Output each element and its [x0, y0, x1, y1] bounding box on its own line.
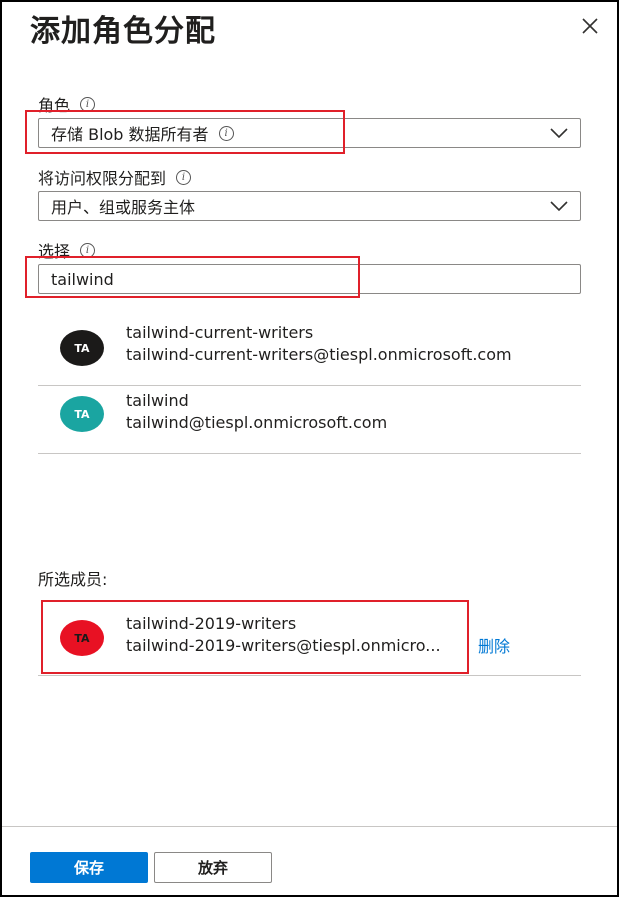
chevron-down-icon [550, 201, 568, 212]
result-item[interactable]: TA tailwind-current-writers tailwind-cur… [38, 318, 581, 386]
footer-divider [2, 826, 617, 827]
panel-title: 添加角色分配 [30, 14, 216, 49]
info-icon[interactable]: i [176, 169, 192, 185]
save-button[interactable]: 保存 [30, 852, 148, 883]
assign-value: 用户、组或服务主体 [51, 198, 196, 217]
result-email: tailwind-current-writers@tiespl.onmicros… [126, 345, 512, 364]
assign-label-text: 将访问权限分配到 [38, 169, 167, 188]
remove-member-link[interactable]: 删除 [478, 633, 510, 657]
selected-members-label: 所选成员: [38, 566, 107, 590]
result-email: tailwind@tiespl.onmicrosoft.com [126, 413, 388, 432]
search-highlight-box [25, 256, 360, 298]
result-item[interactable]: TA tailwind tailwind@tiespl.onmicrosoft.… [38, 386, 581, 454]
result-name: tailwind [126, 391, 189, 410]
assign-label: 将访问权限分配到 i [38, 165, 192, 189]
selected-members-label-text: 所选成员: [38, 570, 108, 589]
result-name: tailwind-current-writers [126, 323, 314, 342]
assign-dropdown[interactable]: 用户、组或服务主体 [38, 191, 581, 221]
discard-button[interactable]: 放弃 [154, 852, 272, 883]
avatar: TA [60, 330, 104, 366]
close-icon[interactable] [578, 14, 602, 38]
role-highlight-box [25, 110, 345, 154]
avatar: TA [60, 396, 104, 432]
chevron-down-icon [550, 128, 568, 139]
member-highlight-box [41, 600, 469, 674]
